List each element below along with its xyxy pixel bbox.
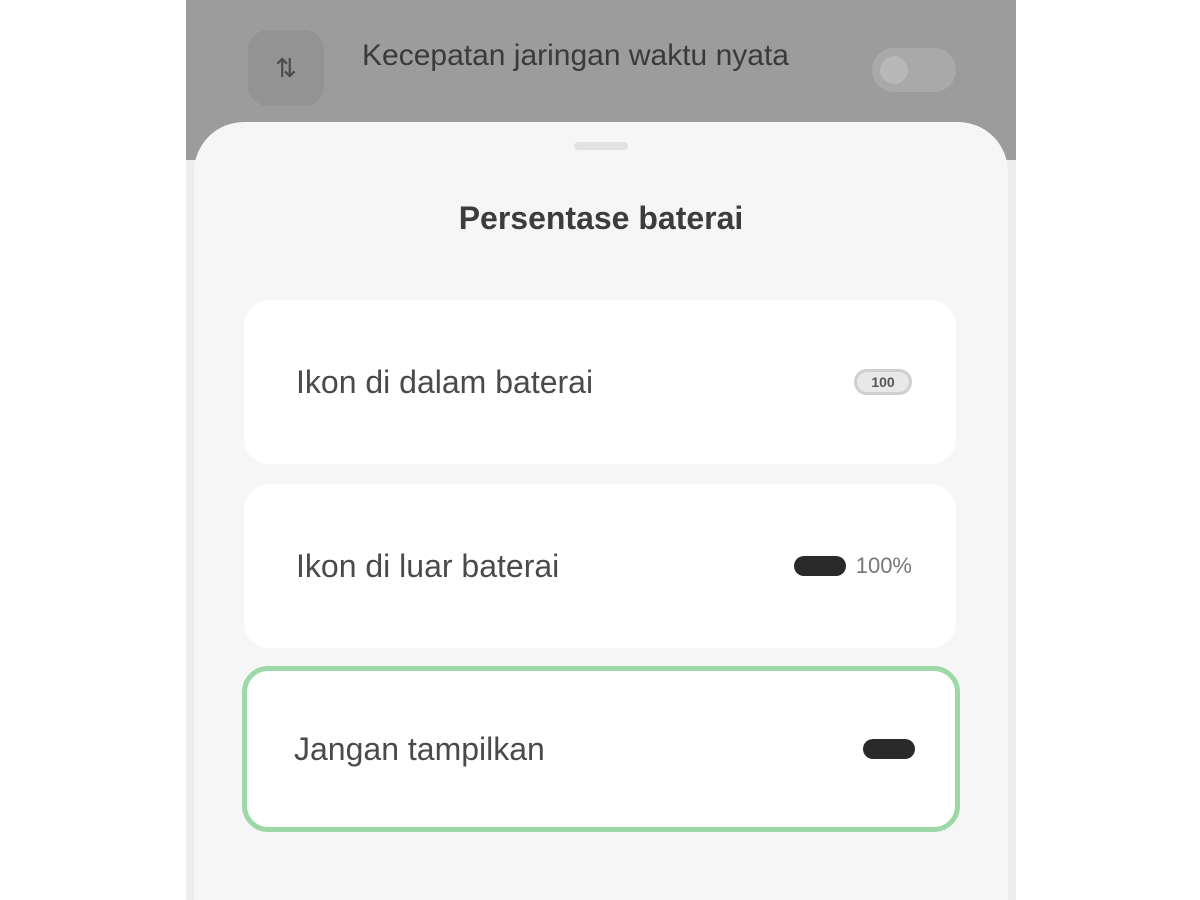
bottom-sheet: Persentase baterai Ikon di dalam baterai… (194, 122, 1008, 900)
sheet-title: Persentase baterai (458, 200, 744, 236)
toggle-knob (880, 56, 908, 84)
network-speed-toggle[interactable] (872, 48, 956, 92)
option-label: Ikon di luar baterai (296, 547, 560, 584)
option-dont-show[interactable]: Jangan tampilkan (242, 666, 960, 832)
option-label: Jangan tampilkan (294, 730, 545, 767)
battery-solid-icon (793, 556, 846, 576)
battery-inside-icon: 100 (854, 369, 912, 395)
option-outside-battery[interactable]: Ikon di luar baterai 100% (244, 484, 956, 648)
network-speed-icon: ⇅ (248, 30, 324, 106)
phone-screen: ⇅ Kecepatan jaringan waktu nyata Persent… (186, 0, 1016, 900)
drag-handle[interactable] (574, 142, 628, 150)
battery-inside-value: 100 (854, 369, 912, 395)
battery-outside-icon: 100% (793, 553, 912, 579)
battery-solid-icon (863, 739, 915, 759)
option-inside-battery[interactable]: Ikon di dalam baterai 100 (244, 300, 956, 464)
network-speed-label: Kecepatan jaringan waktu nyata (362, 39, 789, 72)
battery-percent-text: 100% (855, 553, 912, 578)
option-label: Ikon di dalam baterai (296, 363, 594, 400)
battery-plain-icon (863, 739, 915, 759)
